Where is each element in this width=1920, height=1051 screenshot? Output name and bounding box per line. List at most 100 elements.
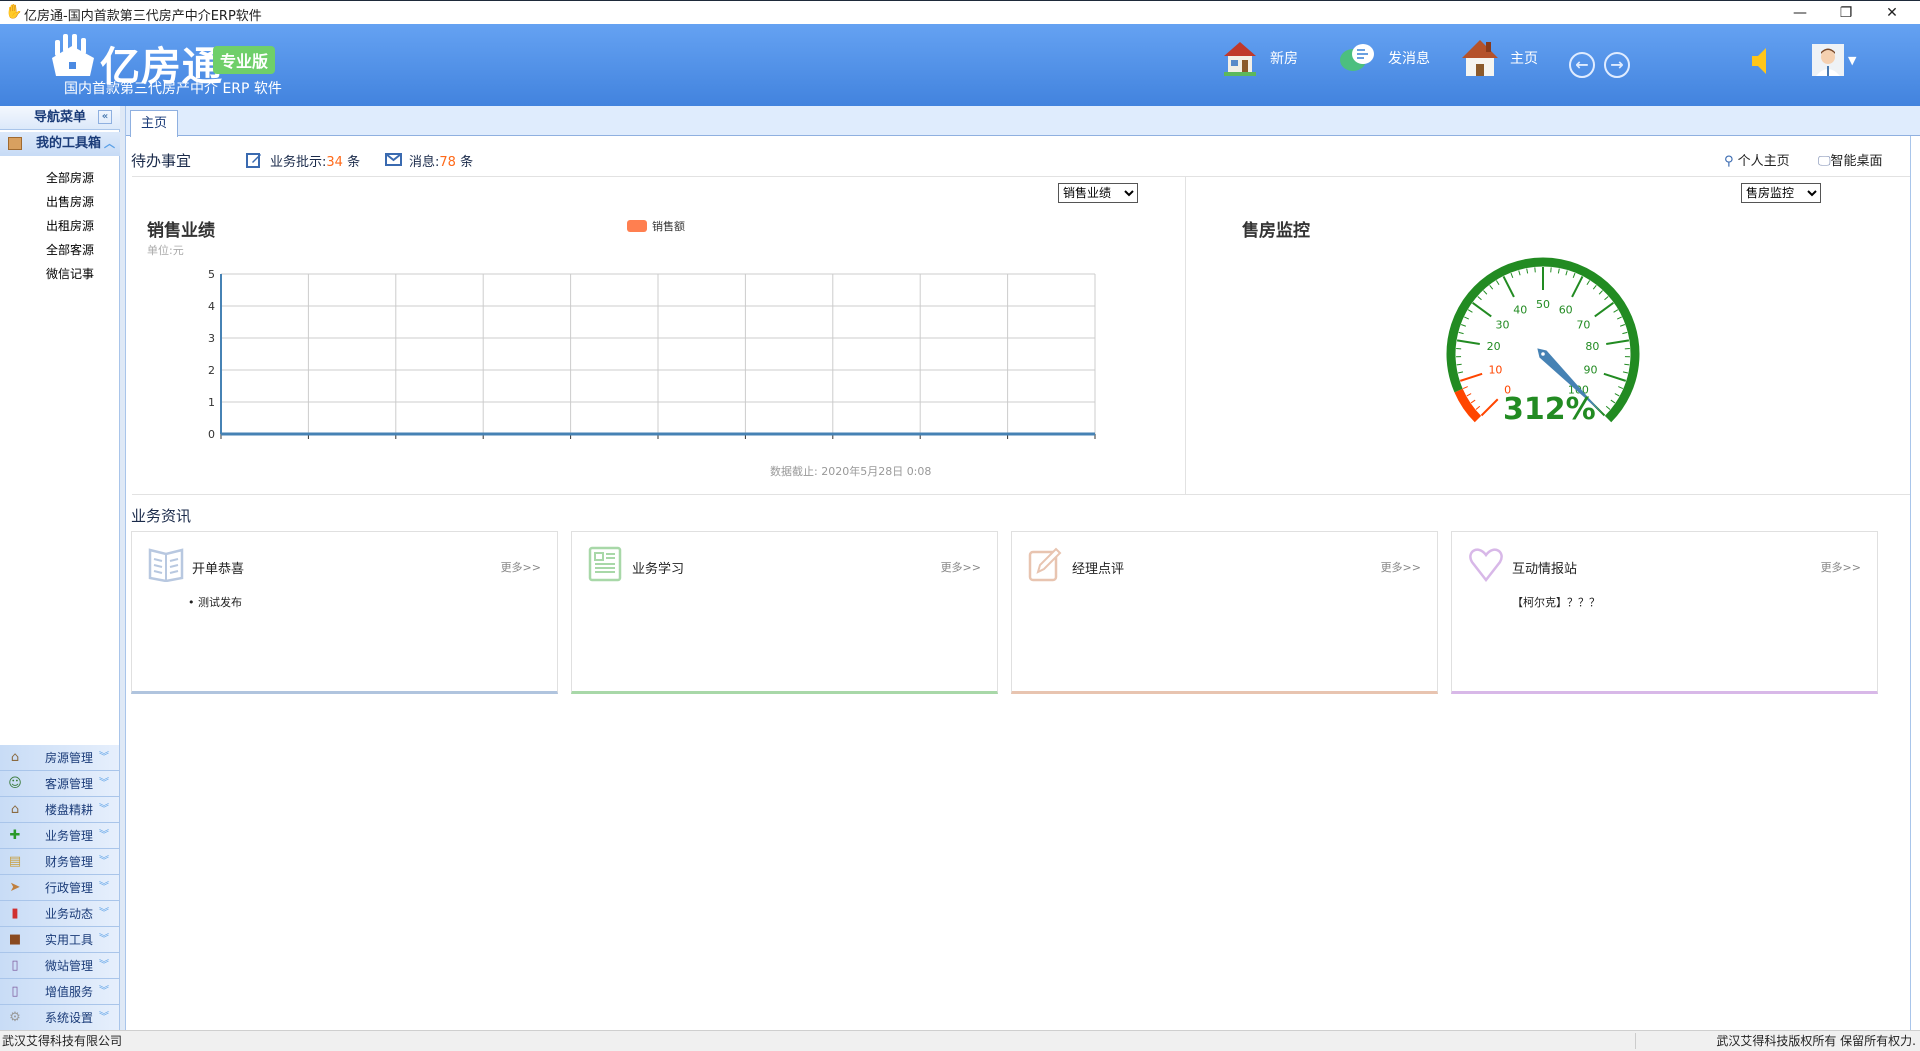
gauge-label: 70 [1576,319,1590,332]
toolbox-icon [8,137,22,150]
y-tick-label: 0 [208,428,215,441]
gauge-label: 90 [1584,363,1598,376]
section-icon: ✚ [9,828,21,843]
card-title: 业务学习 [632,562,685,577]
more-link[interactable]: 更多>> [1821,559,1861,575]
sidebar-section-1[interactable]: ☺ 客源管理 ︾ [0,771,119,797]
sidebar: 导航菜单 « 我的工具箱 ︿ 全部房源 出售房源 出租房源 全部客源 微信记事 … [0,106,120,1031]
messages-count: 78 [439,155,456,170]
speaker-icon[interactable] [1752,46,1770,76]
gauge-minor-tick [1456,363,1462,366]
gauge-major-tick [1480,398,1499,417]
gauge-minor-tick [1495,280,1500,286]
status-company: 武汉艾得科技有限公司 [2,1034,123,1048]
chevron-down-icon[interactable]: ▼ [1848,54,1856,67]
section-icon: ▤ [8,854,22,869]
sidebar-section-9[interactable]: ▯ 增值服务 ︾ [0,979,119,1005]
card-title: 经理点评 [1072,562,1125,577]
smart-desktop-label: 智能桌面 [1830,154,1883,169]
gauge-minor-tick [1510,272,1514,278]
gauge-minor-tick [1605,405,1611,410]
sidebar-section-2[interactable]: ⌂ 楼盘精耕 ︾ [0,797,119,823]
gauge-needle-pin [1541,352,1545,356]
gauge-minor-tick [1457,371,1464,374]
pencil-note-icon [1028,547,1062,582]
home-button[interactable]: 主页 [1460,38,1538,78]
approval-unit: 条 [347,155,361,170]
news-title: 业务资讯 [131,507,192,525]
section-icon: ⌂ [10,750,20,765]
legend-label[interactable]: 销售额 [652,218,685,234]
gauge-label: 20 [1487,340,1501,353]
chevron-double-down-icon: ︾ [99,986,109,997]
monitor-select[interactable]: 售房监控 [1741,183,1821,203]
gauge-minor-tick [1518,270,1521,276]
sidebar-section-0[interactable]: ⌂ 房源管理 ︾ [0,745,119,771]
gauge-label: 60 [1559,303,1573,316]
sidebar-item-wechat-notes[interactable]: 微信记事 [46,265,94,282]
chevron-double-down-icon: ︾ [99,908,109,919]
house-icon [1224,42,1256,76]
sidebar-item-all-houses[interactable]: 全部房源 [46,169,94,186]
gauge-value: 312% [1503,392,1596,427]
gauge-minor-tick [1462,386,1468,390]
smart-desktop-link[interactable]: 🖵智能桌面 [1818,150,1883,169]
tab-home[interactable]: 主页 [130,110,178,137]
forward-arrow-button[interactable]: → [1604,52,1630,78]
collapse-sidebar-button[interactable]: « [98,110,112,124]
gauge-minor-tick [1618,386,1624,390]
chevron-double-down-icon: ︾ [99,804,109,815]
y-tick-label: 1 [208,396,215,409]
toolbox-header[interactable]: 我的工具箱 ︿ [0,132,120,156]
section-icon: ▯ [11,958,19,973]
gauge-minor-tick [1616,316,1622,320]
approval-link[interactable]: 业务批示:34 条 [270,151,360,170]
section-label: 财务管理 [45,855,94,869]
sidebar-item-all-clients[interactable]: 全部客源 [46,241,94,258]
personal-home-link[interactable]: ⚲ 个人主页 [1724,150,1790,169]
sidebar-item-rent-houses[interactable]: 出租房源 [46,217,94,234]
heart-icon [1469,548,1503,582]
minimize-button[interactable]: — [1780,3,1820,23]
restore-button[interactable]: ❐ [1826,3,1866,23]
back-arrow-button[interactable]: ← [1569,52,1595,78]
sales-select[interactable]: 销售业绩 [1058,183,1138,203]
gauge-label: 40 [1513,303,1527,316]
sidebar-section-10[interactable]: ⚙ 系统设置 ︾ [0,1005,119,1031]
section-icon: ■ [8,932,22,947]
more-link[interactable]: 更多>> [1381,559,1421,575]
sidebar-title: 导航菜单 « [0,106,120,130]
sidebar-section-7[interactable]: ■ 实用工具 ︾ [0,927,119,953]
gauge-label: 80 [1585,340,1599,353]
messages-link[interactable]: 消息:78 条 [409,151,473,170]
gauge-major-tick [1472,302,1492,318]
sidebar-section-8[interactable]: ▯ 微站管理 ︾ [0,953,119,979]
section-label: 客源管理 [45,777,94,791]
close-button[interactable]: ✕ [1872,3,1912,23]
section-label: 业务动态 [45,907,94,921]
gauge-label: 30 [1496,319,1510,332]
new-house-button[interactable]: 新房 [1220,38,1298,78]
section-label: 增值服务 [45,985,94,999]
sidebar-section-6[interactable]: ▮ 业务动态 ︾ [0,901,119,927]
gauge-major-tick [1606,339,1630,345]
send-message-button[interactable]: 发消息 [1338,38,1430,78]
window-title: 亿房通-国内首款第三代房产中介ERP软件 [24,9,262,24]
avatar[interactable] [1812,44,1844,76]
y-tick-label: 4 [208,300,215,313]
gauge-minor-tick [1477,296,1482,301]
news-item[interactable]: • 测试发布 [188,594,242,610]
sidebar-section-3[interactable]: ✚ 业务管理 ︾ [0,823,119,849]
more-link[interactable]: 更多>> [501,559,541,575]
gauge-major-tick [1594,302,1614,318]
gauge-minor-tick [1610,399,1616,404]
news-item[interactable]: 【柯尔克】？？？ [1512,594,1600,610]
more-link[interactable]: 更多>> [941,559,981,575]
chevron-double-down-icon: ︾ [99,752,109,763]
sidebar-section-5[interactable]: ➤ 行政管理 ︾ [0,875,119,901]
sidebar-section-4[interactable]: ▤ 财务管理 ︾ [0,849,119,875]
toolbox-label: 我的工具箱 [36,136,102,151]
gauge-minor-tick [1613,309,1619,313]
sidebar-item-sale-houses[interactable]: 出售房源 [46,193,94,210]
gauge-major-tick [1603,372,1627,382]
